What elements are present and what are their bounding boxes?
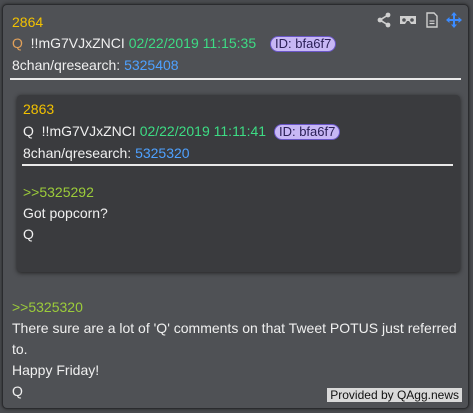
post-card: 2864 Q !!mG7VJxZNCI 02/22/2019 11:15:35 … xyxy=(2,4,469,409)
quoted-body-line: Got popcorn? xyxy=(23,205,108,221)
vr-headset-icon[interactable] xyxy=(398,12,418,28)
quoted-post-body: >>5325292 Got popcorn? Q xyxy=(23,182,108,245)
post-header: Q !!mG7VJxZNCI 02/22/2019 11:15:35 ID: b… xyxy=(12,35,337,52)
tripcode: !!mG7VJxZNCI xyxy=(30,35,125,51)
quoted-divider xyxy=(22,164,453,166)
source-line: 8chan/qresearch: 5325408 xyxy=(12,57,179,73)
document-icon[interactable] xyxy=(424,12,440,28)
body-line: to. xyxy=(12,341,28,357)
post-body: >>5325320 There sure are a lot of 'Q' co… xyxy=(12,297,462,402)
quoted-id-badge[interactable]: ID: bfa6f7 xyxy=(273,124,341,140)
body-line: Happy Friday! xyxy=(12,362,100,378)
quoted-source-label: 8chan/qresearch: xyxy=(23,145,136,161)
source-label: 8chan/qresearch: xyxy=(12,57,125,73)
post-toolbar xyxy=(376,12,462,28)
quoted-reply-link[interactable]: >>5325292 xyxy=(23,182,108,203)
id-badge[interactable]: ID: bfa6f7 xyxy=(270,36,337,52)
quoted-body-line: Q xyxy=(23,226,34,242)
quoted-post-header: Q !!mG7VJxZNCI 02/22/2019 11:11:41 ID: b… xyxy=(23,123,341,140)
quoted-post-date: 02/22/2019 11:11:41 xyxy=(139,123,267,139)
body-line: There sure are a lot of 'Q' comments on … xyxy=(12,320,457,336)
provider-credit: Provided by QAgg.news xyxy=(327,388,462,402)
source-post-link[interactable]: 5325408 xyxy=(124,57,179,73)
quoted-tripcode: !!mG7VJxZNCI xyxy=(41,123,136,139)
q-label: Q xyxy=(12,35,23,51)
post-number: 2864 xyxy=(12,14,44,30)
quoted-q-label: Q xyxy=(23,123,34,139)
header-divider xyxy=(10,78,461,80)
quoted-source-line: 8chan/qresearch: 5325320 xyxy=(23,145,190,161)
quoted-post-number: 2863 xyxy=(23,101,55,117)
quoted-post: 2863 Q !!mG7VJxZNCI 02/22/2019 11:11:41 … xyxy=(17,95,460,272)
reply-link[interactable]: >>5325320 xyxy=(12,297,462,318)
move-icon[interactable] xyxy=(446,12,462,28)
share-icon[interactable] xyxy=(376,12,392,28)
post-date: 02/22/2019 11:15:35 xyxy=(128,35,257,51)
quoted-source-post-link[interactable]: 5325320 xyxy=(135,145,190,161)
